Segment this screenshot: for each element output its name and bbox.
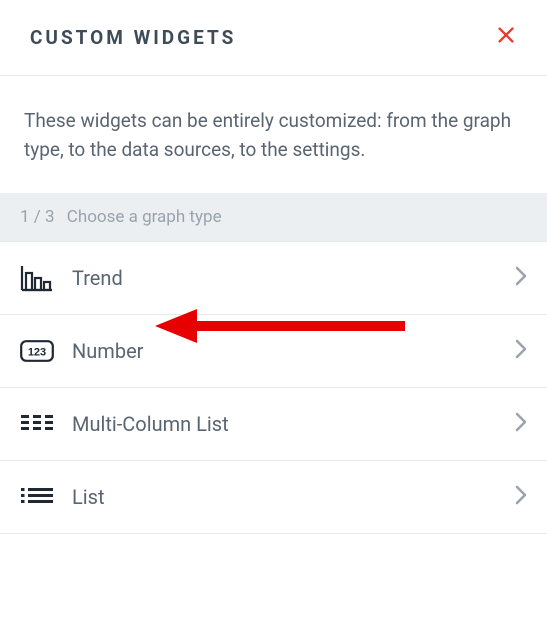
- custom-widgets-panel: CUSTOM WIDGETS These widgets can be enti…: [0, 0, 547, 626]
- list-icon: [20, 483, 54, 511]
- graph-type-label: Multi-Column List: [72, 412, 497, 436]
- panel-title: CUSTOM WIDGETS: [30, 26, 236, 49]
- graph-type-list: Trend 123 Number: [0, 241, 547, 534]
- chevron-right-icon: [515, 266, 527, 290]
- step-counter: 1 / 3: [20, 207, 55, 227]
- svg-text:123: 123: [28, 346, 46, 358]
- graph-type-label: List: [72, 485, 497, 509]
- number-icon: 123: [20, 337, 54, 365]
- chevron-right-icon: [515, 412, 527, 436]
- multi-column-list-icon: [20, 410, 54, 438]
- graph-type-number[interactable]: 123 Number: [0, 315, 547, 388]
- close-button[interactable]: [495, 24, 517, 51]
- graph-type-trend[interactable]: Trend: [0, 241, 547, 315]
- panel-description: These widgets can be entirely customized…: [0, 76, 547, 193]
- graph-type-multi-column-list[interactable]: Multi-Column List: [0, 388, 547, 461]
- chevron-right-icon: [515, 339, 527, 363]
- chevron-right-icon: [515, 485, 527, 509]
- step-label: Choose a graph type: [67, 207, 222, 227]
- close-icon: [495, 24, 517, 46]
- graph-type-label: Trend: [72, 266, 497, 290]
- panel-header: CUSTOM WIDGETS: [0, 0, 547, 76]
- graph-type-label: Number: [72, 339, 497, 363]
- graph-type-list[interactable]: List: [0, 461, 547, 534]
- trend-icon: [20, 264, 54, 292]
- step-indicator: 1 / 3 Choose a graph type: [0, 193, 547, 241]
